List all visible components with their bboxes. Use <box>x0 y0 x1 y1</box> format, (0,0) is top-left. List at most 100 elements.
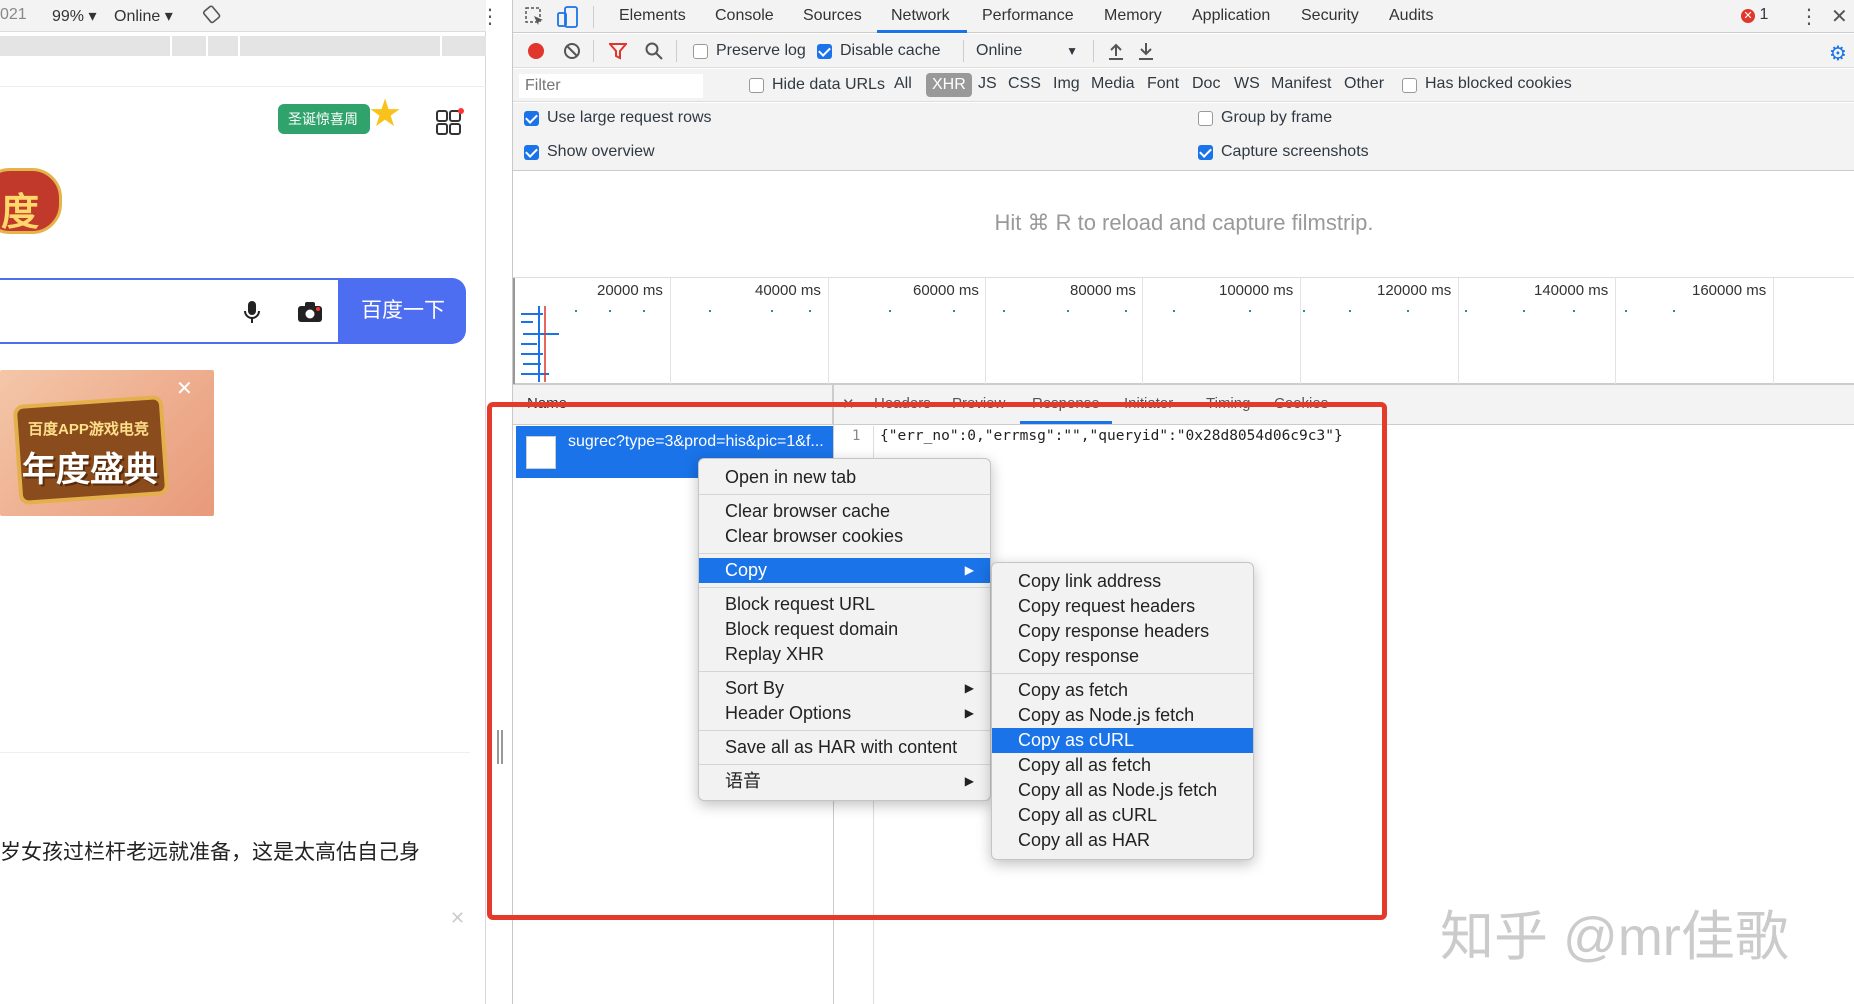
show-overview-checkbox[interactable] <box>524 145 539 160</box>
tick-160000: 160000 ms <box>1692 282 1767 299</box>
filter-type-other[interactable]: Other <box>1344 75 1384 93</box>
menu-copy-response[interactable]: Copy response <box>992 644 1253 669</box>
watermark: 知乎 @mr佳歌 <box>1440 907 1789 967</box>
tab-network[interactable]: Network <box>891 7 950 25</box>
tab-audits[interactable]: Audits <box>1389 7 1433 25</box>
inspect-element-icon[interactable] <box>525 7 545 32</box>
news-headline[interactable]: 岁女孩过栏杆老远就准备，这是太高估自己身 <box>0 836 420 866</box>
filter-input[interactable] <box>519 74 703 98</box>
menu-copy-request-headers[interactable]: Copy request headers <box>992 594 1253 619</box>
more-icon[interactable]: ⋮ <box>480 4 500 29</box>
filter-type-ws[interactable]: WS <box>1234 75 1260 93</box>
filter-type-font[interactable]: Font <box>1147 75 1179 93</box>
menu-copy-link-address[interactable]: Copy link address <box>992 569 1253 594</box>
menu-replay-xhr[interactable]: Replay XHR <box>699 642 990 667</box>
menu-block-request-url[interactable]: Block request URL <box>699 592 990 617</box>
microphone-icon[interactable] <box>242 300 262 331</box>
filter-type-media[interactable]: Media <box>1091 75 1135 93</box>
close-devtools-icon[interactable]: ✕ <box>1831 4 1848 29</box>
filmstrip-area: Hit ⌘ R to reload and capture filmstrip. <box>513 172 1854 278</box>
network-settings-icon[interactable]: ⚙ <box>1829 41 1847 66</box>
timeline-overview[interactable]: 20000 ms 40000 ms 60000 ms 80000 ms 1000… <box>513 278 1854 384</box>
tab-security[interactable]: Security <box>1301 7 1359 25</box>
overview-waterfall <box>521 306 1675 382</box>
tab-memory[interactable]: Memory <box>1104 7 1162 25</box>
capture-screenshots-checkbox[interactable] <box>1198 145 1213 160</box>
network-settings-pane: Use large request rows Group by frame Sh… <box>513 103 1854 171</box>
group-by-frame-checkbox[interactable] <box>1198 111 1213 126</box>
banner-title: 年度盛典 <box>22 451 158 489</box>
preserve-log-label: Preserve log <box>716 42 806 59</box>
filter-type-js[interactable]: JS <box>978 75 997 93</box>
menu-copy[interactable]: Copy ▶ <box>699 558 990 583</box>
device-toggle-icon[interactable] <box>557 6 579 33</box>
hide-data-urls-checkbox[interactable] <box>749 78 764 93</box>
apps-grid-icon[interactable] <box>436 108 464 141</box>
import-har-icon[interactable] <box>1108 42 1124 65</box>
news-close-icon[interactable]: ✕ <box>450 908 465 929</box>
menu-clear-browser-cache[interactable]: Clear browser cache <box>699 499 990 524</box>
menu-copy-as-nodejs-fetch[interactable]: Copy as Node.js fetch <box>992 703 1253 728</box>
menu-copy-as-curl[interactable]: Copy as cURL <box>992 728 1253 753</box>
banner-close-icon[interactable]: ✕ <box>176 376 193 401</box>
tab-console[interactable]: Console <box>715 7 774 25</box>
tab-sources[interactable]: Sources <box>803 7 862 25</box>
disable-cache-checkbox[interactable] <box>817 44 832 59</box>
media-query-ruler <box>0 36 486 56</box>
filter-type-manifest[interactable]: Manifest <box>1271 75 1331 93</box>
disable-cache-label: Disable cache <box>840 42 941 59</box>
menu-header-options[interactable]: Header Options ▶ <box>699 701 990 726</box>
filter-type-img[interactable]: Img <box>1053 75 1080 93</box>
tick-20000: 20000 ms <box>597 282 663 299</box>
large-rows-checkbox[interactable] <box>524 111 539 126</box>
camera-icon[interactable] <box>297 301 323 328</box>
tab-performance[interactable]: Performance <box>982 7 1074 25</box>
zoom-select[interactable]: 99% ▾ <box>52 6 97 26</box>
record-icon[interactable] <box>528 43 544 59</box>
filter-icon[interactable] <box>607 42 629 65</box>
error-counter[interactable]: ✕ 1 <box>1741 6 1768 24</box>
menu-copy-response-headers[interactable]: Copy response headers <box>992 619 1253 644</box>
blocked-cookies-checkbox[interactable] <box>1402 78 1417 93</box>
promo-badge[interactable]: 圣诞惊喜周 <box>278 104 370 134</box>
star-icon: ★ <box>368 93 403 135</box>
devtools-tabbar: Elements Console Sources Network Perform… <box>513 0 1854 33</box>
menu-copy-all-as-curl[interactable]: Copy all as cURL <box>992 803 1253 828</box>
tick-140000: 140000 ms <box>1534 282 1609 299</box>
filter-type-all[interactable]: All <box>894 75 912 93</box>
banner-subtitle: 百度APP游戏电竞 <box>28 421 149 438</box>
filter-type-css[interactable]: CSS <box>1008 75 1041 93</box>
event-banner[interactable]: ✕ 百度APP游戏电竞 年度盛典 <box>0 370 214 516</box>
menu-copy-all-as-har[interactable]: Copy all as HAR <box>992 828 1253 853</box>
export-har-icon[interactable] <box>1138 42 1154 65</box>
tab-elements[interactable]: Elements <box>619 7 686 25</box>
menu-open-in-new-tab[interactable]: Open in new tab <box>699 465 990 490</box>
blocked-cookies-label: Has blocked cookies <box>1425 75 1572 92</box>
tab-application[interactable]: Application <box>1192 7 1270 25</box>
show-overview-label: Show overview <box>547 143 655 160</box>
devtools-menu-icon[interactable]: ⋮ <box>1799 4 1819 29</box>
error-count: 1 <box>1759 6 1769 23</box>
menu-clear-browser-cookies[interactable]: Clear browser cookies <box>699 524 990 549</box>
submenu-arrow-icon: ▶ <box>964 706 974 720</box>
throttle-select[interactable]: Online ▼ <box>964 42 1078 60</box>
menu-copy-as-fetch[interactable]: Copy as fetch <box>992 678 1253 703</box>
menu-sort-by-label: Sort By <box>725 678 785 698</box>
filter-type-doc[interactable]: Doc <box>1192 75 1220 93</box>
rotate-icon[interactable] <box>202 4 222 29</box>
menu-sort-by[interactable]: Sort By ▶ <box>699 676 990 701</box>
clear-icon[interactable] <box>563 42 581 65</box>
network-select[interactable]: Online ▾ <box>114 6 173 26</box>
search-box[interactable] <box>0 278 340 344</box>
search-button-label: 百度一下 <box>361 299 445 322</box>
menu-speech[interactable]: 语音 ▶ <box>699 769 990 794</box>
menu-copy-all-as-fetch[interactable]: Copy all as fetch <box>992 753 1253 778</box>
menu-save-har[interactable]: Save all as HAR with content <box>699 735 990 760</box>
menu-copy-all-as-nodejs-fetch[interactable]: Copy all as Node.js fetch <box>992 778 1253 803</box>
preserve-log-checkbox[interactable] <box>693 44 708 59</box>
menu-block-request-domain[interactable]: Block request domain <box>699 617 990 642</box>
filter-type-xhr[interactable]: XHR <box>926 73 972 97</box>
search-button[interactable]: 百度一下 <box>340 278 466 344</box>
page-viewport: 021 99% ▾ Online ▾ ⋮ 圣诞惊喜周 ★ 度 百度一下 ✕ 百度… <box>0 0 500 1004</box>
search-icon[interactable] <box>645 42 663 65</box>
